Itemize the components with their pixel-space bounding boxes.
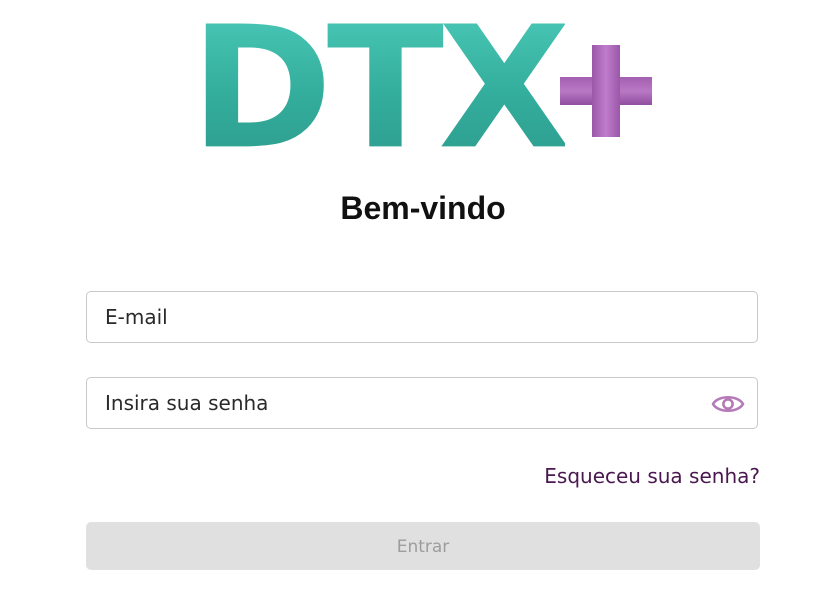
dtx-plus-logo: DTX bbox=[190, 0, 660, 187]
password-field[interactable] bbox=[87, 378, 757, 428]
logo-plus-sign bbox=[560, 45, 652, 137]
logo-plus-vertical-bar bbox=[592, 45, 620, 137]
forgot-password-link[interactable]: Esqueceu sua senha? bbox=[544, 464, 760, 488]
eye-icon-graphic bbox=[711, 395, 745, 413]
login-button[interactable]: Entrar bbox=[86, 522, 760, 570]
eye-icon[interactable] bbox=[711, 389, 745, 419]
email-field[interactable] bbox=[87, 292, 757, 342]
email-field-container bbox=[86, 291, 758, 343]
logo-letters: DTX bbox=[190, 0, 571, 187]
login-page: DTX Bem-vindo Esqueceu sua senha? Entrar bbox=[0, 0, 832, 612]
page-title: Bem-vindo bbox=[340, 190, 506, 226]
password-field-container bbox=[86, 377, 758, 429]
